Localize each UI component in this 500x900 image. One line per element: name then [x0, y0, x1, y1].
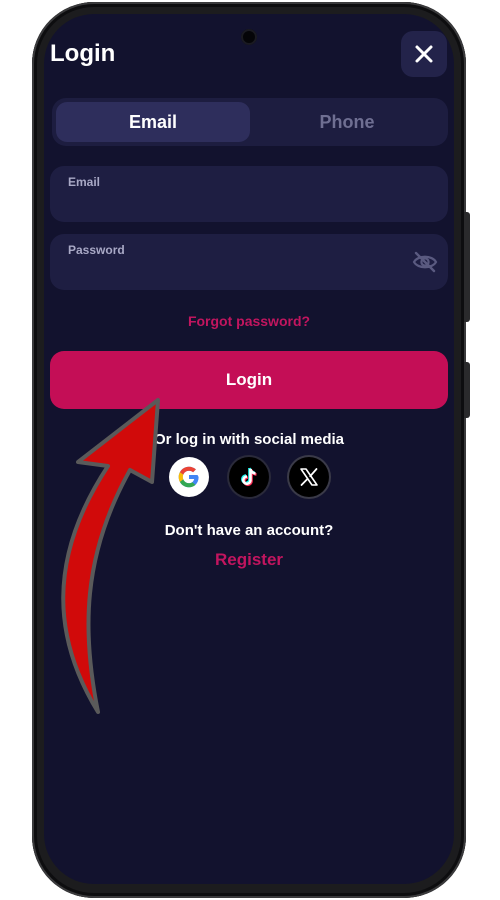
tiktok-icon — [241, 467, 257, 487]
password-input[interactable] — [68, 260, 398, 284]
password-field-label: Password — [68, 243, 125, 257]
close-button[interactable] — [401, 31, 447, 77]
google-login-button[interactable] — [169, 457, 209, 497]
front-camera — [241, 29, 257, 45]
email-field-label: Email — [68, 175, 101, 189]
social-login-heading: Or log in with social media — [153, 431, 345, 448]
google-icon — [178, 466, 199, 488]
no-account-text: Don't have an account? — [164, 522, 334, 539]
tiktok-login-button[interactable] — [229, 457, 269, 497]
phone-side-button — [464, 212, 470, 322]
x-login-button[interactable] — [289, 457, 329, 497]
tab-email[interactable]: Email — [56, 102, 250, 142]
phone-side-button — [464, 362, 470, 418]
forgot-password-link[interactable]: Forgot password? — [44, 313, 454, 329]
login-screen: Login Email Phone Email Password Forgot … — [44, 14, 454, 884]
email-field[interactable]: Email — [50, 166, 448, 222]
email-input[interactable] — [68, 192, 398, 216]
login-method-tabs: Email Phone — [52, 98, 448, 146]
close-icon — [415, 45, 433, 63]
social-login-row — [169, 457, 329, 499]
login-button[interactable]: Login — [50, 351, 448, 409]
x-icon — [300, 468, 318, 486]
eye-slash-icon[interactable] — [412, 250, 438, 274]
tab-phone[interactable]: Phone — [250, 102, 444, 142]
password-field[interactable]: Password — [50, 234, 448, 290]
page-title: Login — [50, 40, 116, 67]
register-link[interactable]: Register — [44, 550, 454, 570]
